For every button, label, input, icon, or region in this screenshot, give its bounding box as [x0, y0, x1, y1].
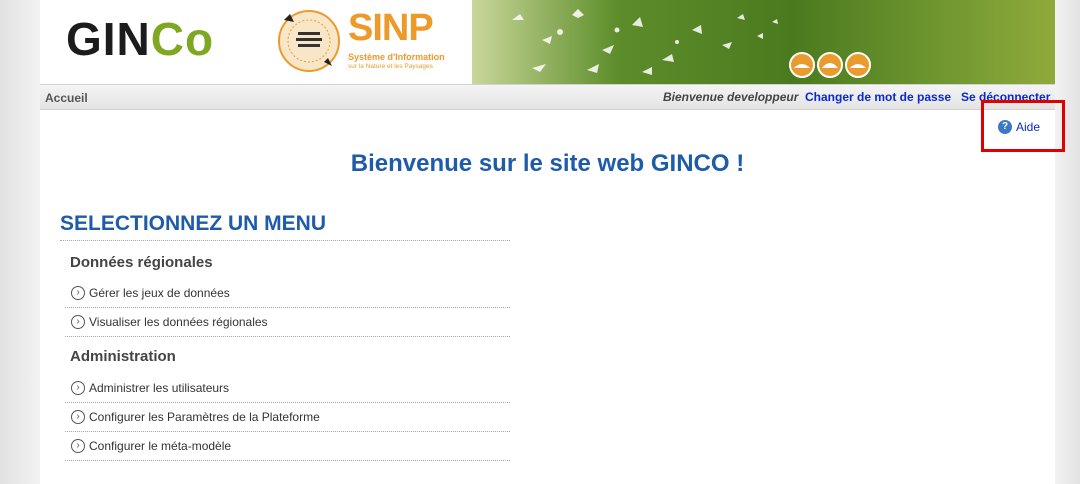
- nature-banner-image: [472, 0, 1055, 84]
- page-title: Bienvenue sur le site web GINCO !: [350, 150, 745, 177]
- menu-item-gerer-jeux-donnees[interactable]: › Gérer les jeux de données: [65, 279, 510, 308]
- menu-heading-divider: [60, 240, 510, 241]
- help-button[interactable]: ? Aide: [998, 120, 1040, 134]
- header-banner: GINCo SINP Système d'Information sur la …: [40, 0, 1055, 84]
- chevron-right-circle-icon: ›: [71, 410, 85, 424]
- sinp-seal-logo: [278, 10, 340, 72]
- chevron-right-circle-icon: ›: [71, 439, 85, 453]
- menu-item-configurer-parametres[interactable]: › Configurer les Paramètres de la Platef…: [65, 403, 510, 432]
- menu-item-label: Administrer les utilisateurs: [89, 381, 230, 395]
- welcome-user-text: Bienvenue developpeur: [663, 90, 799, 104]
- chevron-right-circle-icon: ›: [71, 286, 85, 300]
- menu-item-label: Gérer les jeux de données: [89, 286, 230, 300]
- menu-item-label: Configurer les Paramètres de la Platefor…: [89, 410, 320, 424]
- page-container: GINCo SINP Système d'Information sur la …: [40, 0, 1065, 484]
- question-circle-icon: ?: [998, 120, 1012, 134]
- menu-heading: SELECTIONNEZ UN MENU: [60, 212, 327, 235]
- section-title-administration: Administration: [70, 348, 176, 365]
- ginco-logo[interactable]: GINCo: [66, 14, 214, 64]
- help-label: Aide: [1016, 120, 1041, 134]
- sinp-logo: SINP Système d'Information sur la Nature…: [348, 7, 445, 70]
- menu-item-label: Configurer le méta-modèle: [89, 439, 232, 453]
- nav-home-link[interactable]: Accueil: [45, 91, 88, 105]
- menu-item-administrer-utilisateurs[interactable]: › Administrer les utilisateurs: [65, 374, 510, 403]
- change-password-link[interactable]: Changer de mot de passe: [805, 90, 951, 104]
- menu-item-visualiser-donnees[interactable]: › Visualiser les données régionales: [65, 308, 510, 337]
- top-navigation-bar: Accueil Bienvenue developpeur Changer de…: [40, 84, 1055, 110]
- menu-item-configurer-meta-modele[interactable]: › Configurer le méta-modèle: [65, 432, 510, 461]
- chevron-right-circle-icon: ›: [71, 381, 85, 395]
- section-title-donnees-regionales: Données régionales: [70, 254, 213, 271]
- chevron-right-circle-icon: ›: [71, 315, 85, 329]
- menu-item-label: Visualiser les données régionales: [89, 315, 268, 329]
